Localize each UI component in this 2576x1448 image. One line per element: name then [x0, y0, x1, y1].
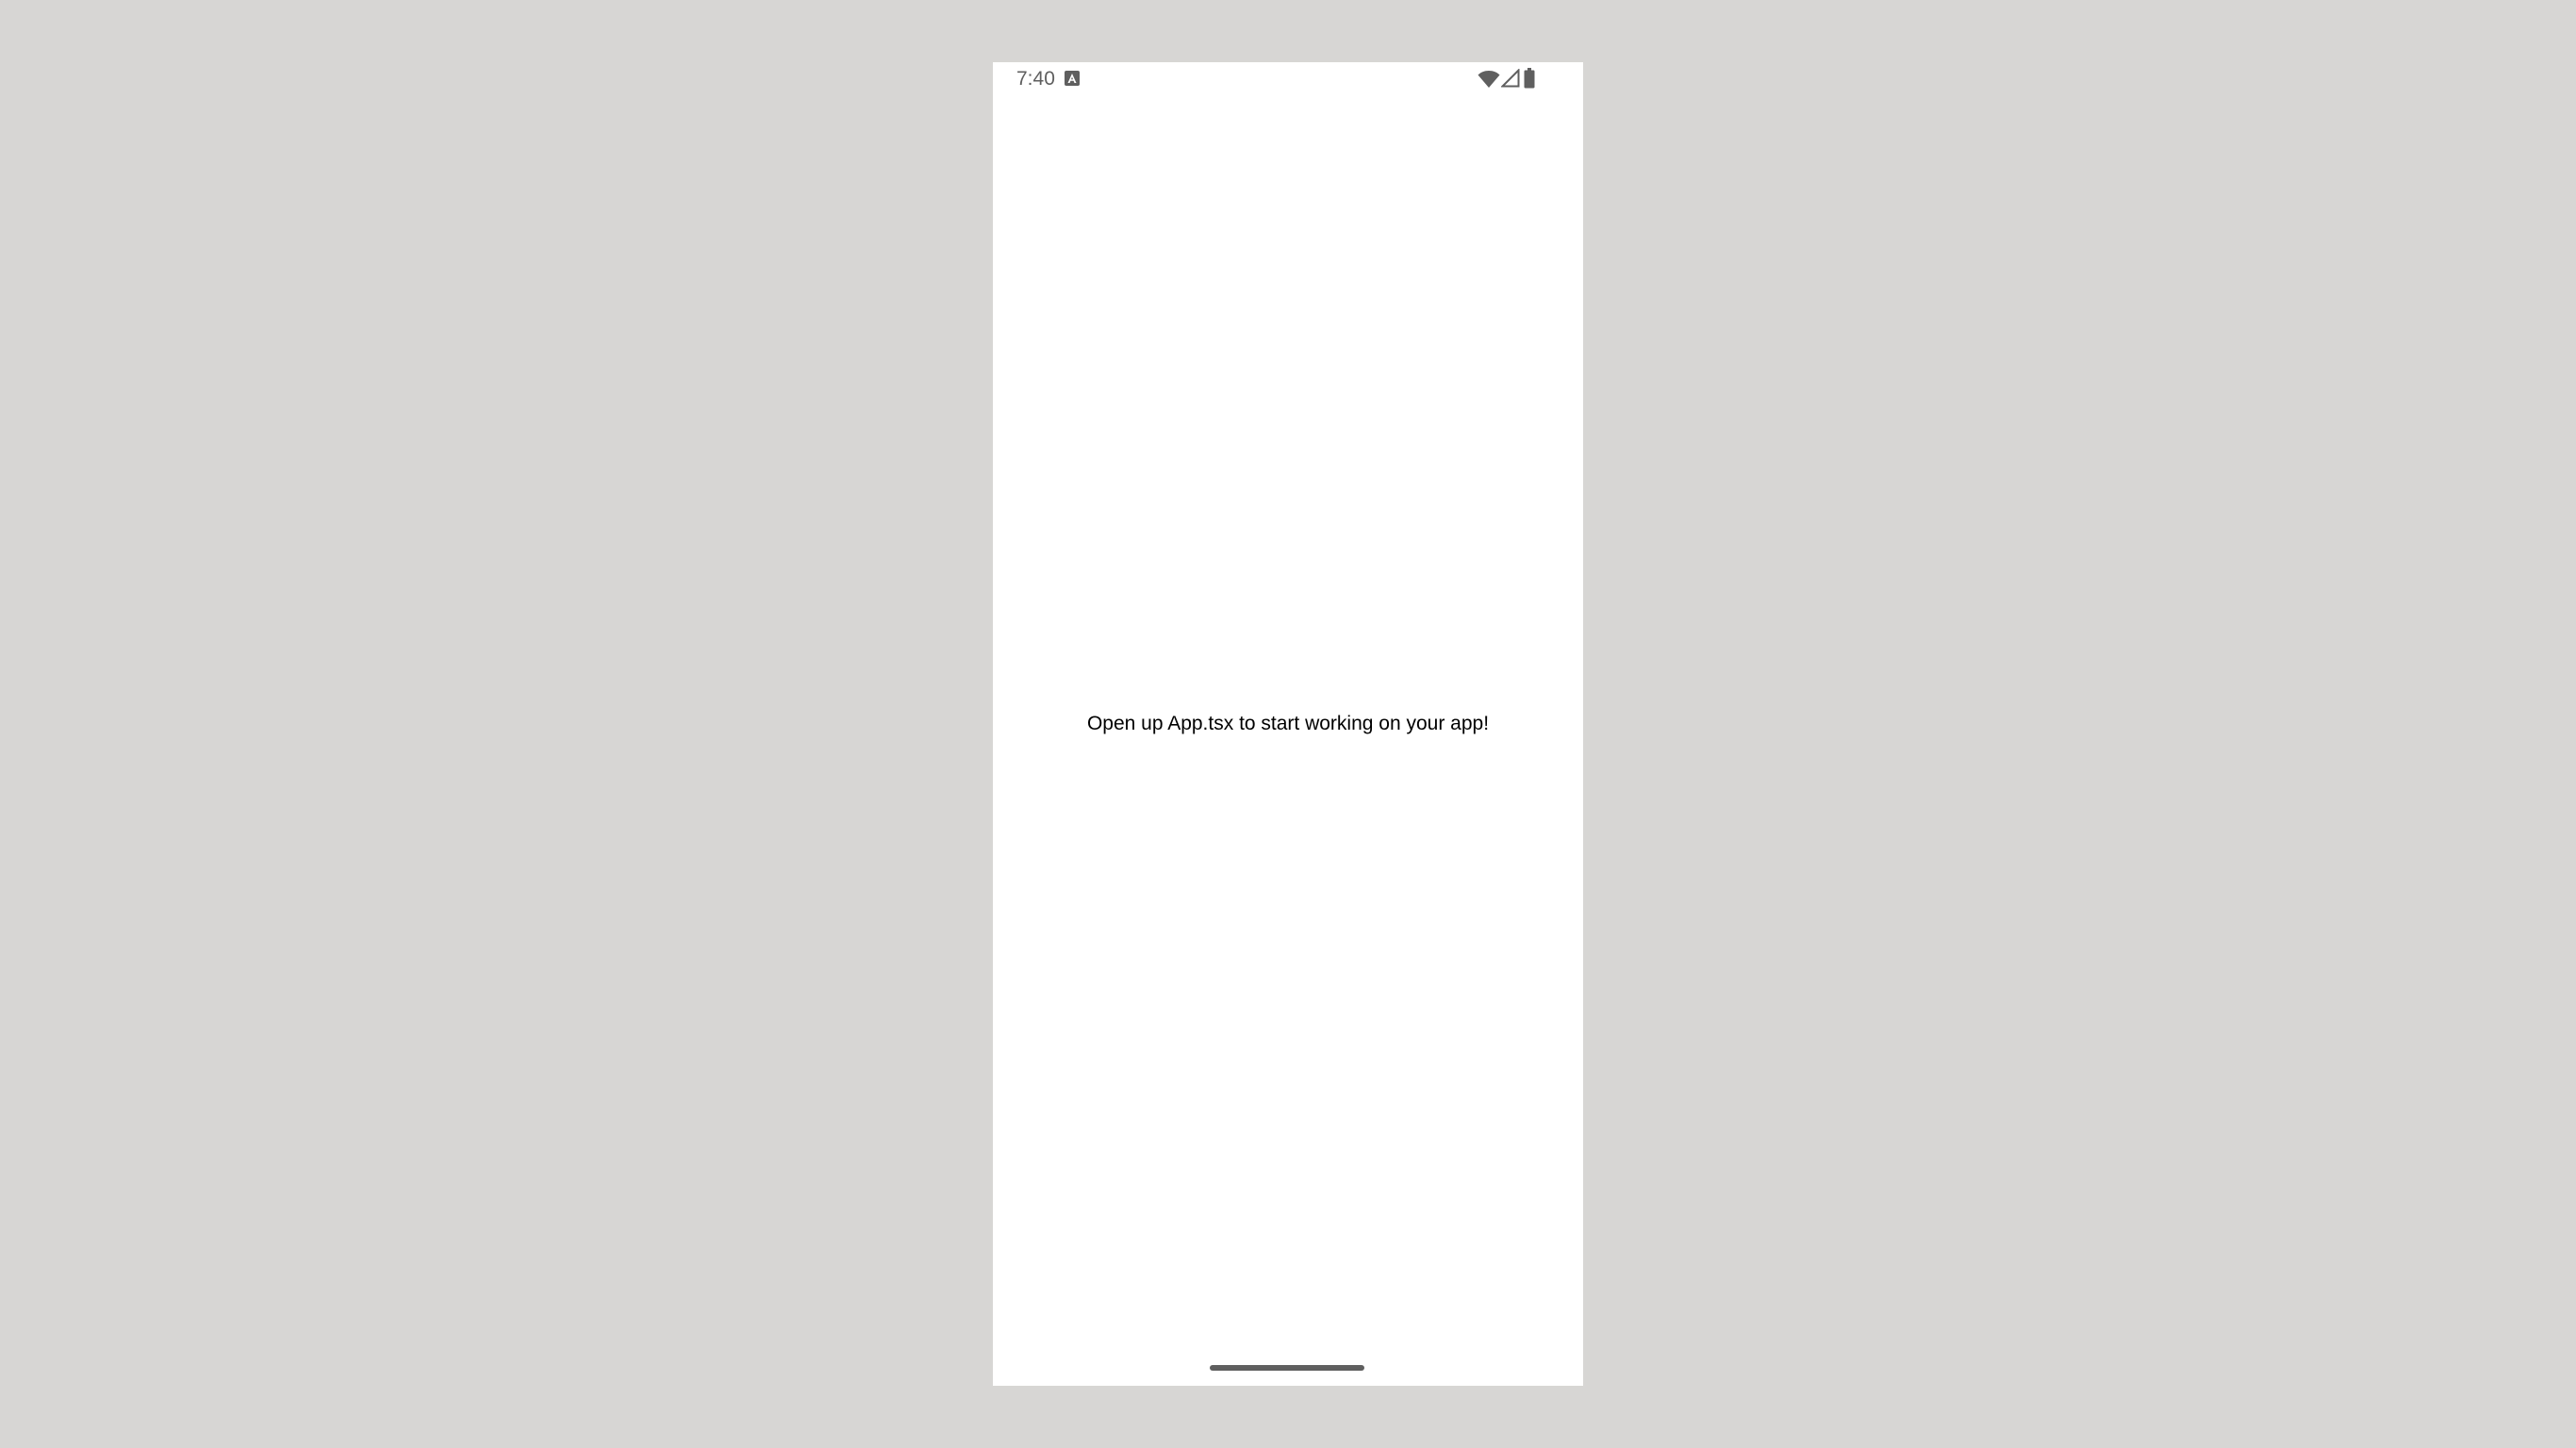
- notification-a-icon: [1065, 71, 1080, 86]
- battery-icon: [1524, 68, 1535, 89]
- app-message: Open up App.tsx to start working on your…: [1086, 713, 1490, 734]
- status-bar: 7:40: [993, 62, 1583, 96]
- home-gesture-bar[interactable]: [1210, 1365, 1364, 1371]
- cell-signal-icon: [1501, 69, 1520, 88]
- phone-screen: 7:40 Open up App.tsx to start working on…: [993, 62, 1583, 1386]
- wifi-icon: [1478, 71, 1500, 88]
- status-time: 7:40: [1016, 68, 1055, 90]
